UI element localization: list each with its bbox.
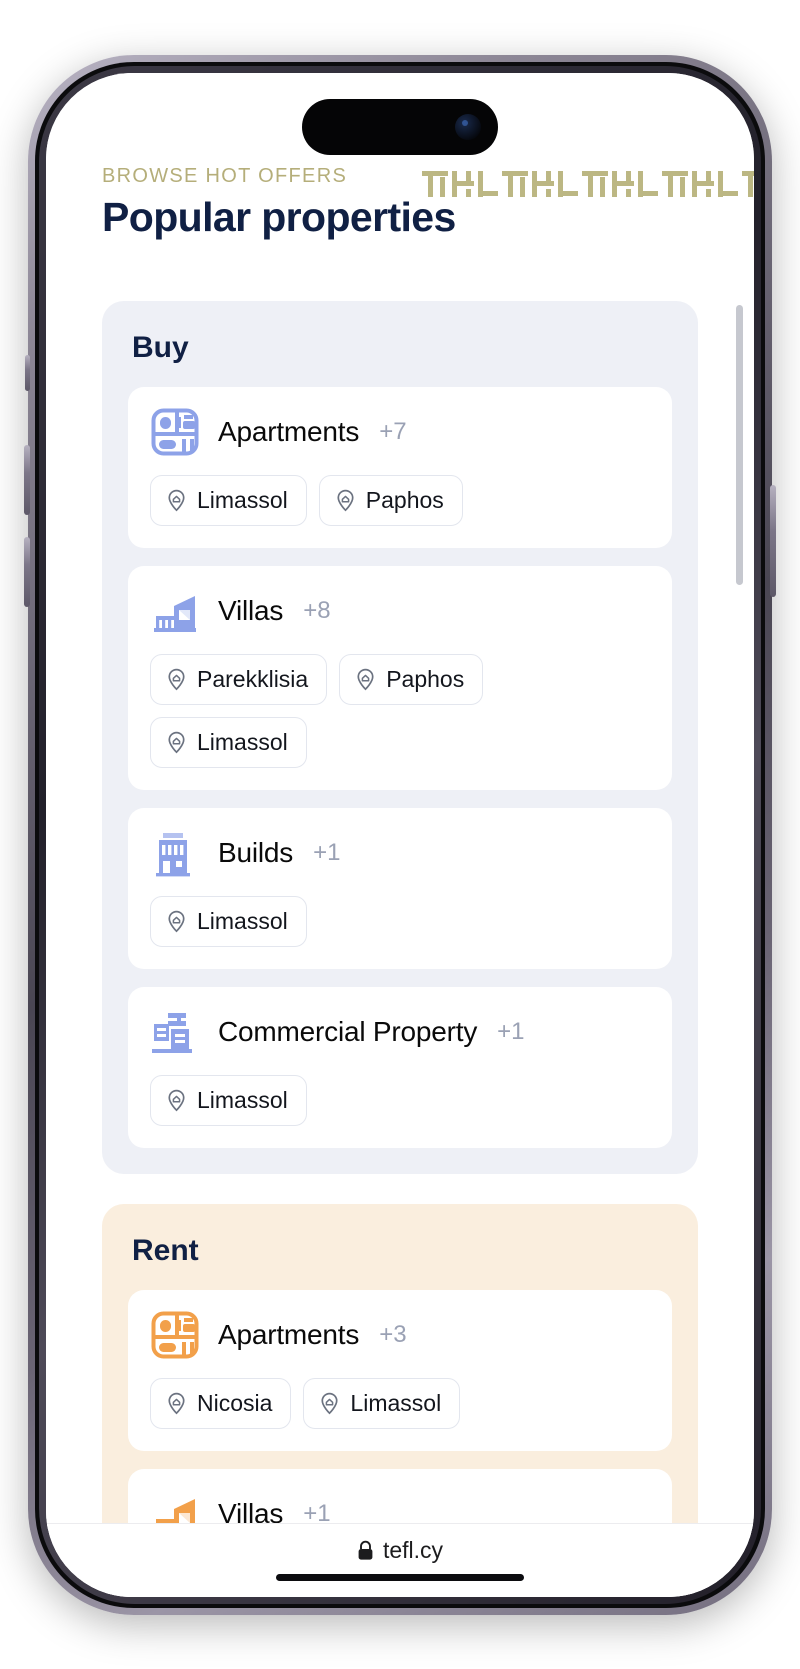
location-chip-label: Limassol [350, 1389, 442, 1416]
dynamic-island [302, 98, 498, 155]
category-header: Apartments +3 [150, 1310, 650, 1360]
web-page: BROWSE HOT OFFERS Popular properties Buy… [46, 72, 754, 1597]
location-chip-label: Paphos [365, 486, 444, 513]
category-card[interactable]: Apartments +7 Limassol Paphos [128, 386, 672, 548]
content-scroll-area[interactable]: Buy Apartments +7 Limassol Paphos Villas +… [46, 300, 754, 1523]
group-title: Rent [132, 1233, 199, 1267]
url-display[interactable]: tefl.cy [357, 1537, 443, 1564]
location-chip-label: Nicosia [197, 1389, 273, 1416]
location-chip[interactable]: Limassol [303, 1377, 461, 1429]
category-name: Apartments [218, 1318, 360, 1350]
location-pin-house-icon [165, 731, 188, 754]
browser-bottom-bar: tefl.cy [46, 1522, 754, 1597]
screenshot-stage: BROWSE HOT OFFERS Popular properties Buy… [0, 0, 800, 1669]
lock-icon [357, 1540, 374, 1561]
phone-screen: BROWSE HOT OFFERS Popular properties Buy… [46, 72, 754, 1597]
location-pin-house-icon [318, 1392, 341, 1415]
location-chip-list: Limassol [150, 895, 650, 947]
pattern-unit [420, 167, 500, 201]
location-pin-house-icon [334, 489, 357, 512]
location-pin-house-icon [165, 668, 188, 691]
location-chip[interactable]: Paphos [339, 653, 484, 705]
location-chip-label: Limassol [197, 907, 288, 934]
location-chip[interactable]: Parekklisia [150, 653, 328, 705]
pattern-unit [660, 167, 740, 201]
location-chip[interactable]: Nicosia [150, 1377, 292, 1429]
location-pin-house-icon [354, 668, 377, 691]
phone-frame: BROWSE HOT OFFERS Popular properties Buy… [24, 54, 776, 1615]
category-count-badge: +1 [303, 1499, 331, 1523]
category-count-badge: +3 [379, 1320, 407, 1348]
location-chip[interactable]: Limassol [150, 1074, 307, 1126]
front-camera-icon [455, 113, 481, 140]
location-chip-label: Parekklisia [197, 665, 309, 692]
location-chip[interactable]: Limassol [150, 474, 307, 526]
volume-up-button[interactable] [24, 444, 30, 515]
category-count-badge: +1 [497, 1017, 525, 1045]
category-header: Villas +8 [150, 586, 650, 636]
location-chip[interactable]: Limassol [150, 716, 307, 768]
apartments-floorplan-icon [150, 407, 200, 457]
location-chip-list: Parekklisia Paphos Limassol [150, 653, 650, 768]
category-count-badge: +8 [303, 596, 331, 624]
category-name: Commercial Property [218, 1015, 478, 1047]
location-chip[interactable]: Limassol [150, 895, 307, 947]
pattern-unit [500, 167, 580, 201]
location-pin-house-icon [165, 489, 188, 512]
apartments-floorplan-icon [150, 1310, 200, 1360]
power-button[interactable] [770, 484, 776, 597]
category-name: Villas [218, 594, 284, 626]
category-card[interactable]: Builds +1 Limassol [128, 807, 672, 969]
pattern-unit [740, 167, 754, 201]
villa-house-icon [150, 1489, 200, 1523]
villa-house-icon [150, 586, 200, 636]
location-pin-house-icon [165, 1089, 188, 1112]
silent-switch[interactable] [25, 354, 30, 391]
building-block-icon [150, 828, 200, 878]
volume-down-button[interactable] [24, 536, 30, 607]
decorative-pattern [414, 167, 754, 201]
category-count-badge: +1 [313, 838, 341, 866]
scrollbar[interactable] [736, 304, 743, 585]
location-chip-list: Nicosia Limassol [150, 1377, 650, 1429]
location-chip-label: Limassol [197, 1086, 288, 1113]
category-card[interactable]: Commercial Property +1 Limassol [128, 986, 672, 1148]
category-name: Builds [218, 836, 294, 868]
category-header: Builds +1 [150, 828, 650, 878]
location-pin-house-icon [165, 910, 188, 933]
category-header: Apartments +7 [150, 407, 650, 457]
location-chip-label: Limassol [197, 486, 288, 513]
location-chip-list: Limassol Paphos [150, 474, 650, 526]
category-card[interactable]: Villas +8 Parekklisia Paphos Limassol [128, 565, 672, 790]
url-text: tefl.cy [382, 1536, 444, 1563]
category-header: Villas +1 [150, 1489, 650, 1523]
page-title: Popular properties [102, 193, 456, 240]
category-count-badge: +7 [379, 417, 407, 445]
commercial-property-icon [150, 1007, 200, 1057]
location-chip[interactable]: Paphos [318, 474, 463, 526]
location-chip-list: Limassol [150, 1074, 650, 1126]
group-title: Buy [132, 330, 189, 364]
category-header: Commercial Property +1 [150, 1007, 650, 1057]
property-group-buy: Buy Apartments +7 Limassol Paphos Villas +… [102, 300, 698, 1174]
pattern-unit [580, 167, 660, 201]
category-name: Villas [218, 1497, 284, 1523]
category-name: Apartments [218, 415, 360, 447]
location-chip-label: Limassol [197, 728, 288, 755]
property-group-rent: Rent Apartments +3 Nicosia Limassol Villa… [102, 1203, 698, 1523]
category-card[interactable]: Villas +1 [128, 1468, 672, 1523]
location-chip-label: Paphos [386, 665, 465, 692]
location-pin-house-icon [165, 1392, 188, 1415]
home-indicator[interactable] [276, 1573, 524, 1581]
category-card[interactable]: Apartments +3 Nicosia Limassol [128, 1289, 672, 1451]
